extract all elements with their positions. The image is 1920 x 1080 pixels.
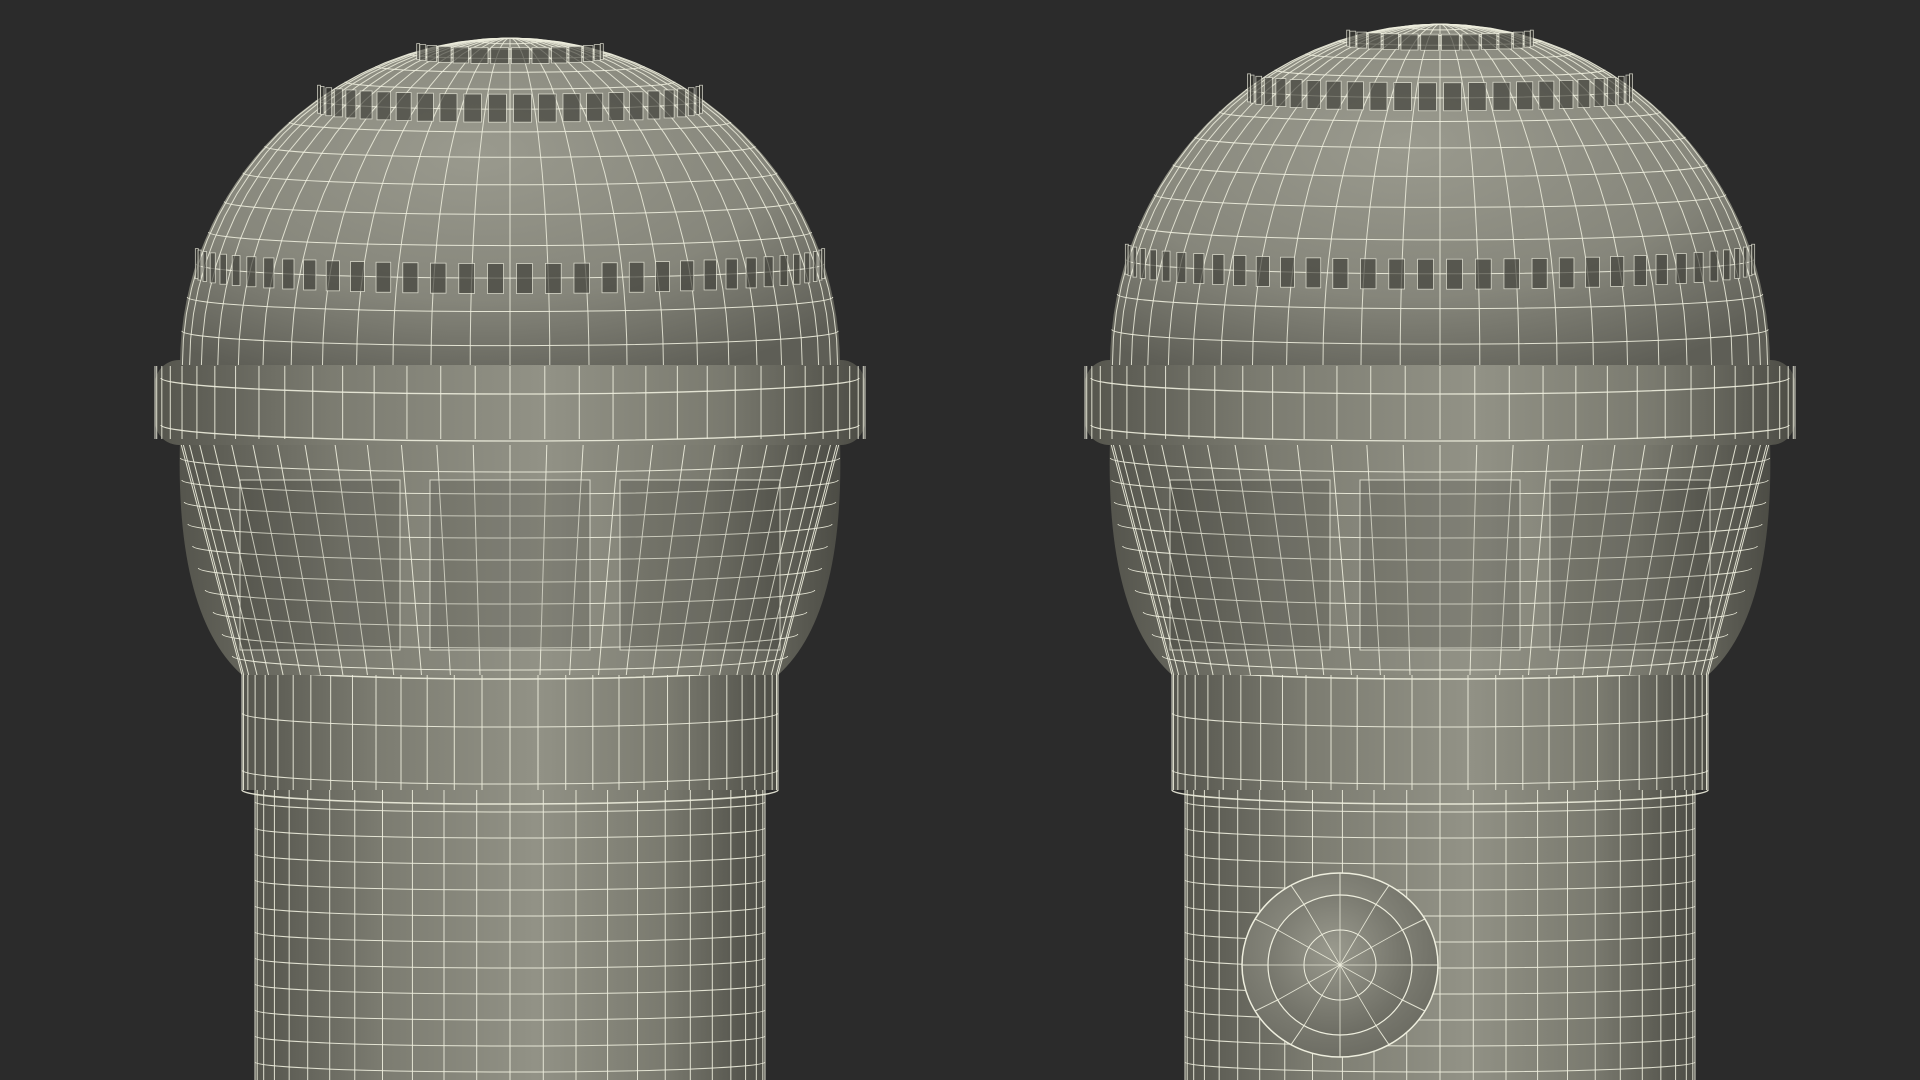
collar-ring (1171, 664, 1709, 805)
collar-ring (241, 664, 779, 805)
handle (254, 790, 766, 1080)
grille-rim (154, 360, 866, 445)
side-button (1241, 872, 1439, 1058)
microphone-left (154, 37, 866, 1080)
lower-grille (1109, 439, 1771, 676)
wireframe-scene (0, 0, 1920, 1080)
microphone-right (1084, 23, 1796, 1080)
viewport (0, 0, 1920, 1080)
lower-grille (179, 439, 841, 676)
grille-rim (1084, 360, 1796, 445)
